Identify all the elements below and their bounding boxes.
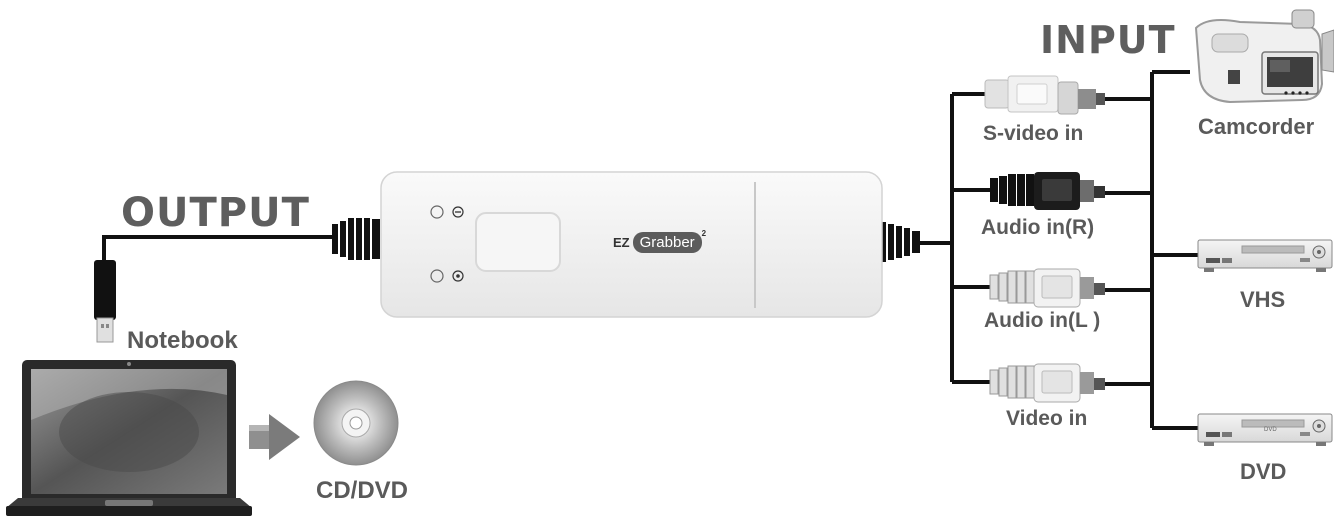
usb-plug-icon xyxy=(94,260,116,343)
vhs-player-icon xyxy=(1197,239,1333,272)
device-right-connector-icon xyxy=(880,222,920,262)
dvd-player-small-label: DVD xyxy=(1264,427,1277,433)
camcorder-label: Camcorder xyxy=(1198,114,1315,139)
cd-dvd-disc-icon xyxy=(313,380,399,466)
input-title: INPUT xyxy=(1040,18,1176,62)
video-label: Video in xyxy=(1006,407,1088,430)
brand-suffix: 2 xyxy=(701,228,707,238)
device-left-connector-icon xyxy=(332,218,380,260)
arrow-right-icon xyxy=(249,414,300,460)
audio-l-label: Audio in(L ) xyxy=(984,309,1101,332)
audio-l-connector-icon xyxy=(989,268,1105,308)
brand-prefix: EZ xyxy=(613,235,630,250)
s-video-label: S-video in xyxy=(983,122,1084,145)
vhs-label: VHS xyxy=(1240,287,1286,312)
s-video-connector-icon xyxy=(984,75,1105,115)
notebook-label: Notebook xyxy=(127,327,238,354)
brand-name: Grabber xyxy=(632,232,702,253)
audio-r-connector-icon xyxy=(990,172,1105,210)
dvd-label: DVD xyxy=(1240,459,1287,484)
output-cable xyxy=(102,235,333,262)
connection-diagram xyxy=(6,9,1334,516)
cd-dvd-label: CD/DVD xyxy=(316,477,409,504)
notebook-laptop-icon xyxy=(6,360,252,516)
audio-r-label: Audio in(R) xyxy=(981,216,1095,239)
video-connector-icon xyxy=(989,363,1105,403)
ezgrabber-logo: EZ Grabber2 xyxy=(613,228,707,253)
camcorder-icon xyxy=(1194,9,1334,104)
output-title: OUTPUT xyxy=(121,190,310,236)
